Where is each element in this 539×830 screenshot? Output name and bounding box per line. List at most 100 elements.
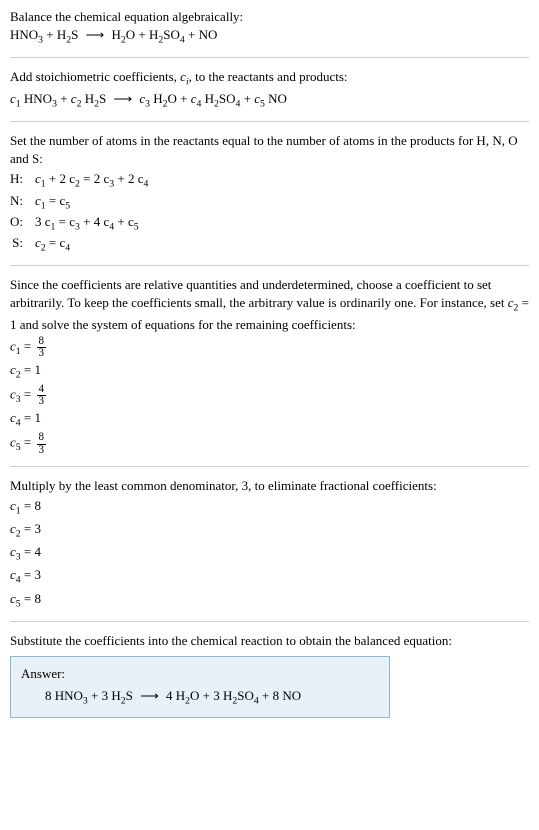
table-row: O: 3 c1 = c3 + 4 c4 + c5 bbox=[10, 213, 154, 234]
divider bbox=[10, 265, 529, 266]
reactant-hno3: HNO bbox=[10, 27, 38, 42]
arrow-icon: ⟶ bbox=[78, 27, 111, 42]
term: + 4 c bbox=[80, 214, 109, 229]
term: 3 c bbox=[35, 214, 51, 229]
hno3: HNO bbox=[21, 91, 52, 106]
table-row: S: c2 = c4 bbox=[10, 234, 154, 255]
val: = 8 bbox=[21, 591, 41, 606]
term: 8 HNO bbox=[45, 688, 83, 703]
final-section: Substitute the coefficients into the che… bbox=[10, 632, 529, 718]
atom-equation: c1 = c5 bbox=[29, 192, 154, 213]
element-label: O: bbox=[10, 213, 29, 234]
stoich-section: Add stoichiometric coefficients, ci, to … bbox=[10, 68, 529, 110]
balanced-equation: 8 HNO3 + 3 H2S ⟶ 4 H2O + 3 H2SO4 + 8 NO bbox=[21, 687, 379, 708]
table-row: N: c1 = c5 bbox=[10, 192, 154, 213]
term: O + 3 H bbox=[190, 688, 232, 703]
numerator: 8 bbox=[37, 432, 47, 444]
stoich-text-2: , to the reactants and products: bbox=[189, 69, 348, 84]
term: + 2 c bbox=[46, 171, 75, 186]
coef-row: c4 = 3 bbox=[10, 566, 529, 587]
atom-equation: c2 = c4 bbox=[29, 234, 154, 255]
coef-row: c3 = 4 bbox=[10, 543, 529, 564]
eq: = c bbox=[55, 214, 75, 229]
term: 4 H bbox=[166, 688, 185, 703]
coef-row: c2 = 3 bbox=[10, 520, 529, 541]
multiply-section: Multiply by the least common denominator… bbox=[10, 477, 529, 611]
coef-row: c1 = 8 bbox=[10, 497, 529, 518]
intro-equation: HNO3 + H2S ⟶ H2O + H2SO4 + NO bbox=[10, 26, 529, 47]
intro-section: Balance the chemical equation algebraica… bbox=[10, 8, 529, 47]
val: = 8 bbox=[21, 498, 41, 513]
product-no: + NO bbox=[185, 27, 218, 42]
arrow-icon: ⟶ bbox=[106, 91, 139, 106]
atom-equation: c1 + 2 c2 = 2 c3 + 2 c4 bbox=[29, 170, 154, 191]
val: = 3 bbox=[21, 521, 41, 536]
sub: 4 bbox=[143, 179, 148, 190]
h2o-o: O + bbox=[168, 91, 191, 106]
plus: + bbox=[57, 91, 71, 106]
h2so4-so: SO bbox=[219, 91, 236, 106]
no: NO bbox=[265, 91, 287, 106]
denominator: 3 bbox=[37, 396, 47, 407]
divider bbox=[10, 121, 529, 122]
atoms-text: Set the number of atoms in the reactants… bbox=[10, 132, 529, 168]
table-row: H: c1 + 2 c2 = 2 c3 + 2 c4 bbox=[10, 170, 154, 191]
divider bbox=[10, 57, 529, 58]
eq: = bbox=[21, 338, 35, 353]
fraction: 83 bbox=[37, 336, 47, 359]
coef-list: c1 = 83 c2 = 1 c3 = 43 c4 = 1 c5 = 83 bbox=[10, 336, 529, 456]
coef-row: c1 = 83 bbox=[10, 336, 529, 359]
plus2: + bbox=[240, 91, 254, 106]
answer-box: Answer: 8 HNO3 + 3 H2S ⟶ 4 H2O + 3 H2SO4… bbox=[10, 656, 390, 717]
term: SO bbox=[237, 688, 254, 703]
product-h: H bbox=[112, 27, 121, 42]
coef-row: c2 = 1 bbox=[10, 361, 529, 382]
arrow-icon: ⟶ bbox=[133, 688, 166, 703]
choose-text: Since the coefficients are relative quan… bbox=[10, 276, 529, 334]
divider bbox=[10, 621, 529, 622]
denominator: 3 bbox=[37, 348, 47, 359]
stoich-equation: c1 HNO3 + c2 H2S ⟶ c3 H2O + c4 H2SO4 + c… bbox=[10, 90, 529, 111]
coef-row: c3 = 43 bbox=[10, 384, 529, 407]
stoich-text: Add stoichiometric coefficients, ci, to … bbox=[10, 68, 529, 89]
term: S bbox=[126, 688, 133, 703]
multiply-text: Multiply by the least common denominator… bbox=[10, 477, 529, 495]
choose-text-1: Since the coefficients are relative quan… bbox=[10, 277, 508, 310]
product-so: SO bbox=[163, 27, 180, 42]
coef-list: c1 = 8 c2 = 3 c3 = 4 c4 = 3 c5 = 8 bbox=[10, 497, 529, 611]
sub: 5 bbox=[134, 221, 139, 232]
coef-row: c5 = 8 bbox=[10, 590, 529, 611]
term: + 8 NO bbox=[259, 688, 301, 703]
eq: = bbox=[21, 435, 35, 450]
atoms-section: Set the number of atoms in the reactants… bbox=[10, 132, 529, 255]
coef-row: c5 = 83 bbox=[10, 432, 529, 455]
term: + 3 H bbox=[88, 688, 121, 703]
val: = 3 bbox=[21, 567, 41, 582]
choose-section: Since the coefficients are relative quan… bbox=[10, 276, 529, 455]
answer-label: Answer: bbox=[21, 665, 379, 683]
stoich-text-1: Add stoichiometric coefficients, bbox=[10, 69, 180, 84]
h2so4-h: H bbox=[201, 91, 214, 106]
element-label: S: bbox=[10, 234, 29, 255]
eq: = bbox=[21, 387, 35, 402]
eq: = 1 bbox=[21, 410, 41, 425]
element-label: H: bbox=[10, 170, 29, 191]
eq: = c bbox=[46, 235, 66, 250]
sub: 5 bbox=[65, 200, 70, 211]
h2s-h: H bbox=[81, 91, 94, 106]
fraction: 83 bbox=[37, 432, 47, 455]
h2o-h: H bbox=[150, 91, 163, 106]
intro-text: Balance the chemical equation algebraica… bbox=[10, 8, 529, 26]
eq: = 1 bbox=[21, 362, 41, 377]
eq: = 2 c bbox=[80, 171, 109, 186]
atoms-table: H: c1 + 2 c2 = 2 c3 + 2 c4 N: c1 = c5 O:… bbox=[10, 170, 154, 255]
coef-row: c4 = 1 bbox=[10, 409, 529, 430]
term: + c bbox=[114, 214, 134, 229]
val: = 4 bbox=[21, 544, 41, 559]
sub: 4 bbox=[65, 243, 70, 254]
denominator: 3 bbox=[37, 445, 47, 456]
product-o-h: O + H bbox=[126, 27, 159, 42]
atom-equation: 3 c1 = c3 + 4 c4 + c5 bbox=[29, 213, 154, 234]
final-text: Substitute the coefficients into the che… bbox=[10, 632, 529, 650]
fraction: 43 bbox=[37, 384, 47, 407]
